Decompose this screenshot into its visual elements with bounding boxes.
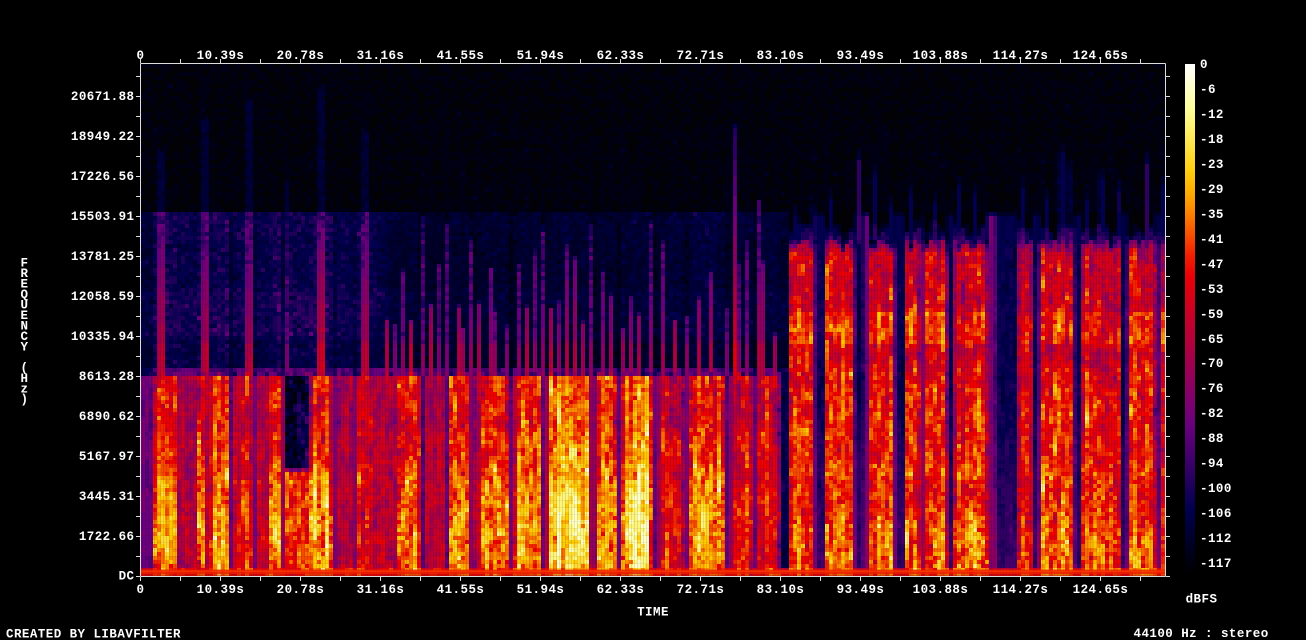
svg-text:31.16s: 31.16s [357, 49, 405, 63]
svg-text:72.71s: 72.71s [677, 49, 725, 63]
svg-text:10.39s: 10.39s [197, 583, 245, 597]
svg-text:51.94s: 51.94s [517, 49, 565, 63]
svg-text:-100: -100 [1200, 482, 1232, 496]
svg-text:-88: -88 [1200, 432, 1224, 446]
svg-text:5167.97: 5167.97 [79, 450, 135, 464]
svg-text:-6: -6 [1200, 83, 1216, 97]
svg-text:103.88s: 103.88s [913, 583, 969, 597]
svg-text:20671.88: 20671.88 [71, 90, 135, 104]
svg-text:62.33s: 62.33s [597, 49, 645, 63]
svg-text:41.55s: 41.55s [437, 49, 485, 63]
svg-text:-76: -76 [1200, 382, 1224, 396]
svg-text:31.16s: 31.16s [357, 583, 405, 597]
svg-text:8613.28: 8613.28 [79, 370, 135, 384]
svg-text:83.10s: 83.10s [757, 583, 805, 597]
svg-text:Y: Y [21, 341, 29, 355]
svg-text:124.65s: 124.65s [1073, 583, 1129, 597]
svg-text:10335.94: 10335.94 [71, 330, 135, 344]
svg-text:44100 Hz : stereo: 44100 Hz : stereo [1134, 627, 1269, 640]
svg-text:93.49s: 93.49s [837, 583, 885, 597]
svg-text:12058.59: 12058.59 [71, 290, 135, 304]
svg-text:20.78s: 20.78s [277, 583, 325, 597]
svg-text:114.27s: 114.27s [993, 583, 1049, 597]
svg-text:83.10s: 83.10s [757, 49, 805, 63]
svg-text:-106: -106 [1200, 507, 1232, 521]
svg-text:-117: -117 [1200, 557, 1232, 571]
svg-text:-23: -23 [1200, 158, 1224, 172]
svg-text:dBFS: dBFS [1186, 593, 1218, 607]
svg-text:103.88s: 103.88s [913, 49, 969, 63]
svg-text:15503.91: 15503.91 [71, 210, 135, 224]
svg-text:): ) [21, 393, 29, 407]
svg-text:3445.31: 3445.31 [79, 490, 135, 504]
svg-text:0: 0 [1200, 58, 1208, 72]
svg-text:-70: -70 [1200, 357, 1224, 371]
svg-text:62.33s: 62.33s [597, 583, 645, 597]
svg-text:-35: -35 [1200, 208, 1224, 222]
svg-text:-82: -82 [1200, 407, 1224, 421]
svg-text:-112: -112 [1200, 532, 1232, 546]
svg-text:114.27s: 114.27s [993, 49, 1049, 63]
svg-text:-94: -94 [1200, 457, 1224, 471]
svg-text:DC: DC [119, 570, 135, 584]
svg-text:93.49s: 93.49s [837, 49, 885, 63]
svg-text:6890.62: 6890.62 [79, 410, 135, 424]
svg-text:72.71s: 72.71s [677, 583, 725, 597]
svg-text:CREATED BY LIBAVFILTER: CREATED BY LIBAVFILTER [6, 628, 181, 640]
svg-text:17226.56: 17226.56 [71, 170, 135, 184]
svg-text:-47: -47 [1200, 258, 1224, 272]
svg-text:-29: -29 [1200, 183, 1224, 197]
svg-text:-12: -12 [1200, 108, 1224, 122]
svg-text:-41: -41 [1200, 233, 1224, 247]
svg-text:20.78s: 20.78s [277, 49, 325, 63]
svg-text:10.39s: 10.39s [197, 49, 245, 63]
svg-text:-65: -65 [1200, 333, 1224, 347]
svg-text:124.65s: 124.65s [1073, 49, 1129, 63]
svg-text:-53: -53 [1200, 283, 1224, 297]
svg-text:1722.66: 1722.66 [79, 530, 135, 544]
svg-text:51.94s: 51.94s [517, 583, 565, 597]
svg-text:-59: -59 [1200, 308, 1224, 322]
svg-text:13781.25: 13781.25 [71, 250, 135, 264]
svg-text:0: 0 [137, 583, 145, 597]
svg-text:-18: -18 [1200, 133, 1224, 147]
svg-text:TIME: TIME [637, 606, 669, 620]
svg-text:0: 0 [137, 49, 145, 63]
svg-text:41.55s: 41.55s [437, 583, 485, 597]
svg-text:18949.22: 18949.22 [71, 130, 135, 144]
